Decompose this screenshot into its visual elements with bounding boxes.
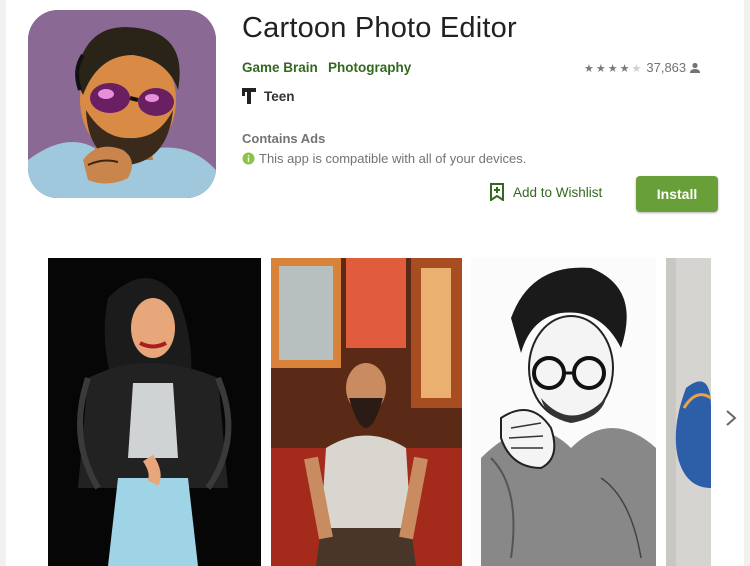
teen-rating-icon: [242, 88, 256, 104]
person-icon: [690, 62, 701, 73]
info-icon: [242, 152, 255, 165]
developer-link[interactable]: Game Brain: [242, 60, 318, 75]
screenshot-partial-cartoon[interactable]: [666, 258, 711, 566]
screenshot-woman-leather-jacket[interactable]: [48, 258, 261, 566]
star-icon: ★: [595, 63, 606, 75]
app-icon: [28, 10, 216, 198]
app-details-card: Cartoon Photo Editor Game Brain Photogra…: [6, 0, 744, 566]
bookmark-add-icon: [490, 183, 504, 201]
content-rating: Teen: [242, 88, 295, 104]
compatibility-note: This app is compatible with all of your …: [242, 151, 526, 166]
star-icon: ★: [584, 63, 594, 75]
add-to-wishlist-button[interactable]: Add to Wishlist: [489, 183, 602, 201]
screenshot-bearded-man-sitting[interactable]: [271, 258, 462, 566]
app-title: Cartoon Photo Editor: [242, 12, 517, 44]
rating-count: 37,863: [646, 60, 687, 75]
star-icon: ★: [631, 63, 642, 75]
category-link[interactable]: Photography: [328, 60, 411, 75]
star-icon: ★: [619, 63, 630, 75]
rating-summary: ★ ★ ★ ★ ★ 37,863: [584, 60, 701, 75]
content-rating-label: Teen: [264, 88, 295, 104]
screenshot-man-glasses-sketch[interactable]: [471, 258, 656, 566]
star-icon: ★: [607, 63, 618, 75]
compatibility-text: This app is compatible with all of your …: [259, 151, 527, 166]
wishlist-label: Add to Wishlist: [513, 184, 603, 200]
chevron-right-icon: [726, 410, 737, 426]
star-rating: ★ ★ ★ ★ ★: [584, 60, 643, 75]
install-button[interactable]: Install: [636, 176, 718, 212]
contains-ads-label: Contains Ads: [242, 131, 326, 146]
next-screenshot-button[interactable]: [719, 400, 743, 436]
